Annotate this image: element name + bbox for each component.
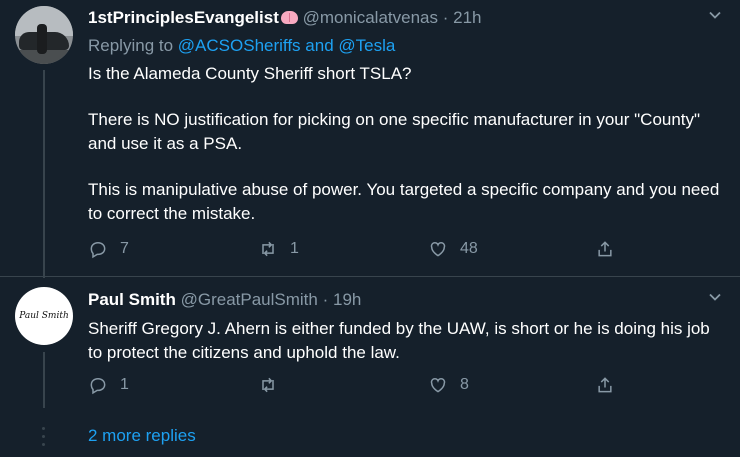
- avatar[interactable]: Paul Smith: [15, 287, 73, 345]
- separator: ·: [322, 290, 329, 309]
- like-icon: [430, 378, 446, 393]
- display-name[interactable]: 1stPrinciplesEvangelist: [88, 8, 279, 27]
- share-icon: [598, 241, 612, 257]
- reply-icon: [90, 377, 106, 395]
- retweet-icon: [262, 241, 274, 257]
- reply-button[interactable]: 1: [88, 375, 129, 395]
- thread-line: [43, 70, 45, 278]
- thread-line: [43, 352, 45, 408]
- tweet-actions: 7 1 48: [88, 239, 628, 263]
- user-handle[interactable]: @monicalatvenas: [303, 8, 438, 27]
- retweet-button[interactable]: [258, 375, 290, 395]
- reply-mention-tesla[interactable]: @Tesla: [338, 36, 395, 55]
- reply-count: 7: [120, 240, 129, 257]
- reply-and[interactable]: and: [305, 36, 333, 55]
- like-icon: [430, 242, 446, 257]
- like-button[interactable]: 48: [428, 239, 478, 259]
- tweet-paragraph: Is the Alameda County Sheriff short TSLA…: [88, 64, 412, 83]
- like-button[interactable]: 8: [428, 375, 469, 395]
- display-name[interactable]: Paul Smith: [88, 290, 176, 309]
- share-icon: [598, 377, 612, 393]
- replying-to: Replying to @ACSOSheriffs and @Tesla: [88, 36, 395, 56]
- thread-dots: [42, 427, 45, 451]
- like-count: 48: [460, 240, 478, 257]
- avatar[interactable]: [15, 6, 73, 64]
- avatar-logo-text: Paul Smith: [19, 311, 69, 321]
- retweet-icon: [262, 377, 274, 393]
- reply-mention-acsosheriffs[interactable]: @ACSOSheriffs: [178, 36, 301, 55]
- tweet-paragraph: Sheriff Gregory J. Ahern is either funde…: [88, 319, 710, 362]
- divider: [0, 276, 740, 277]
- share-button[interactable]: [595, 375, 615, 395]
- chevron-down-icon[interactable]: [708, 290, 722, 307]
- reply-icon: [90, 241, 106, 259]
- replying-prefix: Replying to: [88, 36, 174, 55]
- chevron-down-icon[interactable]: [708, 8, 722, 25]
- share-button[interactable]: [595, 239, 615, 259]
- separator: ·: [442, 8, 449, 27]
- brain-emoji-icon: [280, 11, 298, 24]
- tweet-paragraph: This is manipulative abuse of power. You…: [88, 180, 720, 223]
- tweet-paragraph: There is NO justification for picking on…: [88, 110, 701, 153]
- timestamp[interactable]: 19h: [333, 290, 361, 309]
- tweet-actions: 1 8: [88, 375, 628, 399]
- reply-count: 1: [120, 376, 129, 393]
- user-handle[interactable]: @GreatPaulSmith: [181, 290, 318, 309]
- tweet-header: 1stPrinciplesEvangelist @monicalatvenas …: [88, 8, 482, 28]
- retweet-count: 1: [290, 240, 299, 257]
- tweet-header: Paul Smith @GreatPaulSmith · 19h: [88, 290, 361, 310]
- like-count: 8: [460, 376, 469, 393]
- reply-button[interactable]: 7: [88, 239, 129, 259]
- tweet-text: Sheriff Gregory J. Ahern is either funde…: [88, 317, 728, 365]
- tweet-text: Is the Alameda County Sheriff short TSLA…: [88, 62, 728, 226]
- more-replies-link[interactable]: 2 more replies: [88, 426, 196, 446]
- timestamp[interactable]: 21h: [453, 8, 481, 27]
- retweet-button[interactable]: 1: [258, 239, 299, 259]
